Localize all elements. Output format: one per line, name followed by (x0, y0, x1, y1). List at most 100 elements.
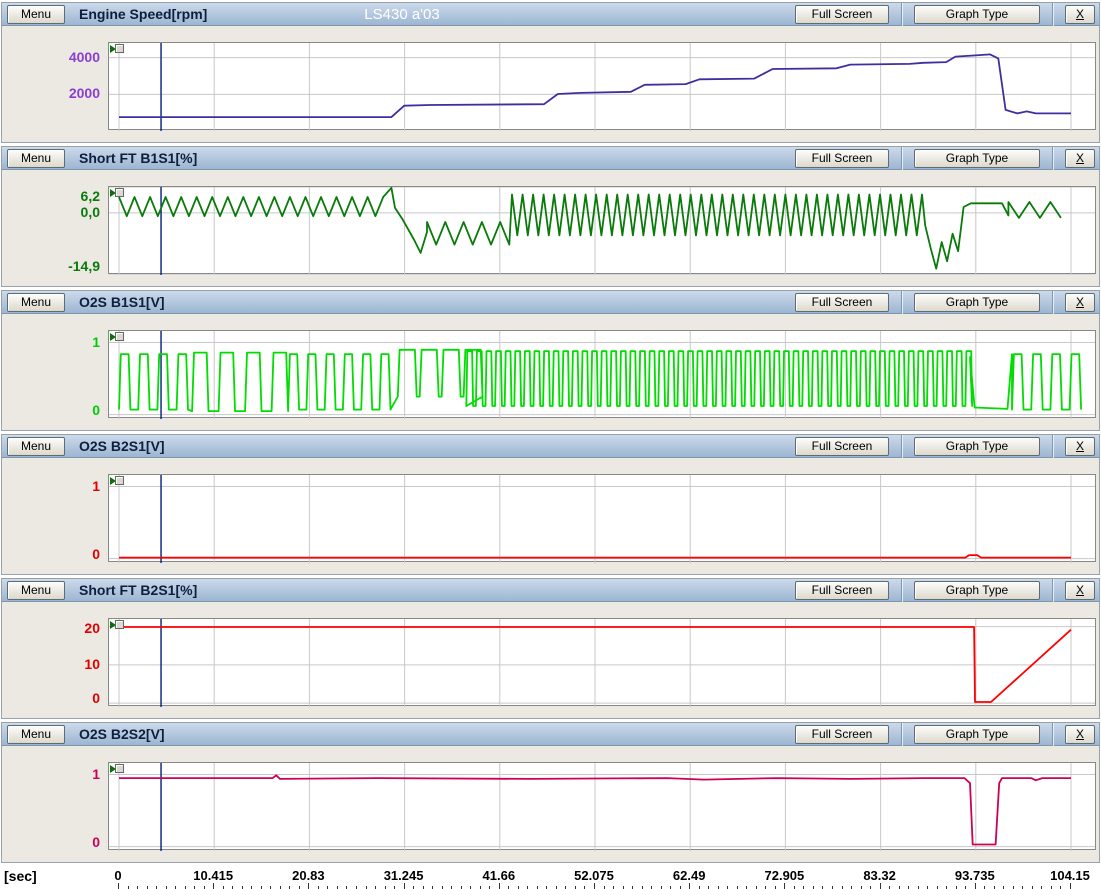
panel-title: O2S B2S2[V] (79, 726, 165, 742)
full-screen-button[interactable]: Full Screen (795, 725, 889, 744)
graph-panel: Menu Engine Speed[rpm] LS430 a'03 Full Scre… (1, 2, 1100, 143)
y-axis-label: 0 (2, 833, 100, 851)
handle-grip (115, 476, 124, 485)
signal-trace (119, 350, 1081, 411)
titlebar-separator (1052, 723, 1053, 746)
y-axis-label: 2000 (2, 84, 100, 102)
chart-canvas (109, 763, 1095, 851)
minor-tick (594, 883, 595, 889)
time-tick-label: 52.075 (564, 868, 624, 883)
graph-panel: Menu Short FT B1S1[%] Full Screen Graph Typ… (1, 146, 1100, 287)
plot-area[interactable] (108, 42, 1096, 130)
time-tick-label: 20.83 (278, 868, 338, 883)
titlebar-separator (901, 3, 902, 26)
full-screen-button[interactable]: Full Screen (795, 437, 889, 456)
time-tick-label: 93.735 (945, 868, 1005, 883)
chart-canvas (109, 187, 1095, 275)
graph-type-button[interactable]: Graph Type (914, 149, 1040, 168)
panel-body: 10 (2, 458, 1099, 574)
close-button[interactable]: X (1065, 293, 1095, 312)
time-axis: [sec] 010.41520.8331.24541.6652.07562.49… (1, 866, 1100, 889)
panel-title: O2S B2S1[V] (79, 438, 165, 454)
titlebar-separator (1052, 147, 1053, 170)
titlebar-buttons: Full Screen Graph Type X (795, 291, 1099, 314)
graph-type-button[interactable]: Graph Type (914, 293, 1040, 312)
time-tick-label: 62.49 (659, 868, 719, 883)
scale-handle[interactable] (110, 44, 128, 56)
close-button[interactable]: X (1065, 5, 1095, 24)
close-button[interactable]: X (1065, 149, 1095, 168)
scale-handle[interactable] (110, 332, 128, 344)
panel-titlebar: Menu O2S B2S1[V] Full Screen Graph Type X (2, 435, 1099, 458)
handle-grip (115, 620, 124, 629)
time-tick-label: 41.66 (469, 868, 529, 883)
titlebar-separator (901, 435, 902, 458)
titlebar-buttons: Full Screen Graph Type X (795, 435, 1099, 458)
panel-titlebar: Menu Short FT B1S1[%] Full Screen Graph Typ… (2, 147, 1099, 170)
menu-button[interactable]: Menu (7, 437, 65, 456)
scale-handle[interactable] (110, 764, 128, 776)
panel-body: 10 (2, 746, 1099, 862)
panel-title: Engine Speed[rpm] (79, 6, 207, 22)
minor-tick (1070, 883, 1071, 889)
panel-titlebar: Menu O2S B1S1[V] Full Screen Graph Type X (2, 291, 1099, 314)
panel-title: Short FT B1S1[%] (79, 150, 197, 166)
full-screen-button[interactable]: Full Screen (795, 293, 889, 312)
time-tick-label: 72.905 (754, 868, 814, 883)
scale-handle[interactable] (110, 188, 128, 200)
close-button[interactable]: X (1065, 725, 1095, 744)
plot-area[interactable] (108, 330, 1096, 418)
full-screen-button[interactable]: Full Screen (795, 149, 889, 168)
plot-area[interactable] (108, 186, 1096, 274)
full-screen-button[interactable]: Full Screen (795, 581, 889, 600)
panel-title: Short FT B2S1[%] (79, 582, 197, 598)
close-button[interactable]: X (1065, 437, 1095, 456)
close-button[interactable]: X (1065, 581, 1095, 600)
titlebar-separator (901, 291, 902, 314)
minor-tick (784, 883, 785, 889)
minor-tick (689, 883, 690, 889)
menu-button[interactable]: Menu (7, 149, 65, 168)
plot-area[interactable] (108, 474, 1096, 562)
scale-handle[interactable] (110, 476, 128, 488)
menu-button[interactable]: Menu (7, 725, 65, 744)
graph-type-button[interactable]: Graph Type (914, 5, 1040, 24)
y-axis-label: 10 (2, 655, 100, 673)
panels: Menu Engine Speed[rpm] LS430 a'03 Full Scre… (0, 2, 1101, 863)
vehicle-label: LS430 a'03 (302, 6, 502, 23)
minor-tick (213, 883, 214, 889)
minor-tick (499, 883, 500, 889)
graph-panel: Menu O2S B2S2[V] Full Screen Graph Type X 10 (1, 722, 1100, 863)
graph-type-button[interactable]: Graph Type (914, 437, 1040, 456)
y-axis-label: 0,0 (2, 203, 100, 221)
y-axis-label: 4000 (2, 48, 100, 66)
menu-button[interactable]: Menu (7, 293, 65, 312)
handle-grip (115, 764, 124, 773)
scale-handle[interactable] (110, 620, 128, 632)
graph-type-button[interactable]: Graph Type (914, 725, 1040, 744)
graph-type-button[interactable]: Graph Type (914, 581, 1040, 600)
full-screen-button[interactable]: Full Screen (795, 5, 889, 24)
graph-panel: Menu Short FT B2S1[%] Full Screen Graph Typ… (1, 578, 1100, 719)
menu-button[interactable]: Menu (7, 5, 65, 24)
chart-canvas (109, 331, 1095, 419)
plot-area[interactable] (108, 618, 1096, 706)
panel-title: O2S B1S1[V] (79, 294, 165, 310)
app: Menu Engine Speed[rpm] LS430 a'03 Full Scre… (0, 0, 1101, 889)
y-axis-label: 0 (2, 689, 100, 707)
time-unit-label: [sec] (4, 868, 37, 884)
titlebar-separator (1052, 579, 1053, 602)
titlebar-buttons: Full Screen Graph Type X (795, 147, 1099, 170)
titlebar-buttons: Full Screen Graph Type X (795, 723, 1099, 746)
menu-button[interactable]: Menu (7, 581, 65, 600)
chart-canvas (109, 619, 1095, 707)
signal-trace (119, 188, 1061, 269)
minor-tick (975, 883, 976, 889)
panel-titlebar: Menu Engine Speed[rpm] LS430 a'03 Full Scre… (2, 3, 1099, 26)
titlebar-separator (901, 147, 902, 170)
panel-body: 6,20,0-14,9 (2, 170, 1099, 286)
titlebar-separator (1052, 291, 1053, 314)
y-axis-label: 0 (2, 401, 100, 419)
time-tick-label: 83.32 (850, 868, 910, 883)
plot-area[interactable] (108, 762, 1096, 850)
